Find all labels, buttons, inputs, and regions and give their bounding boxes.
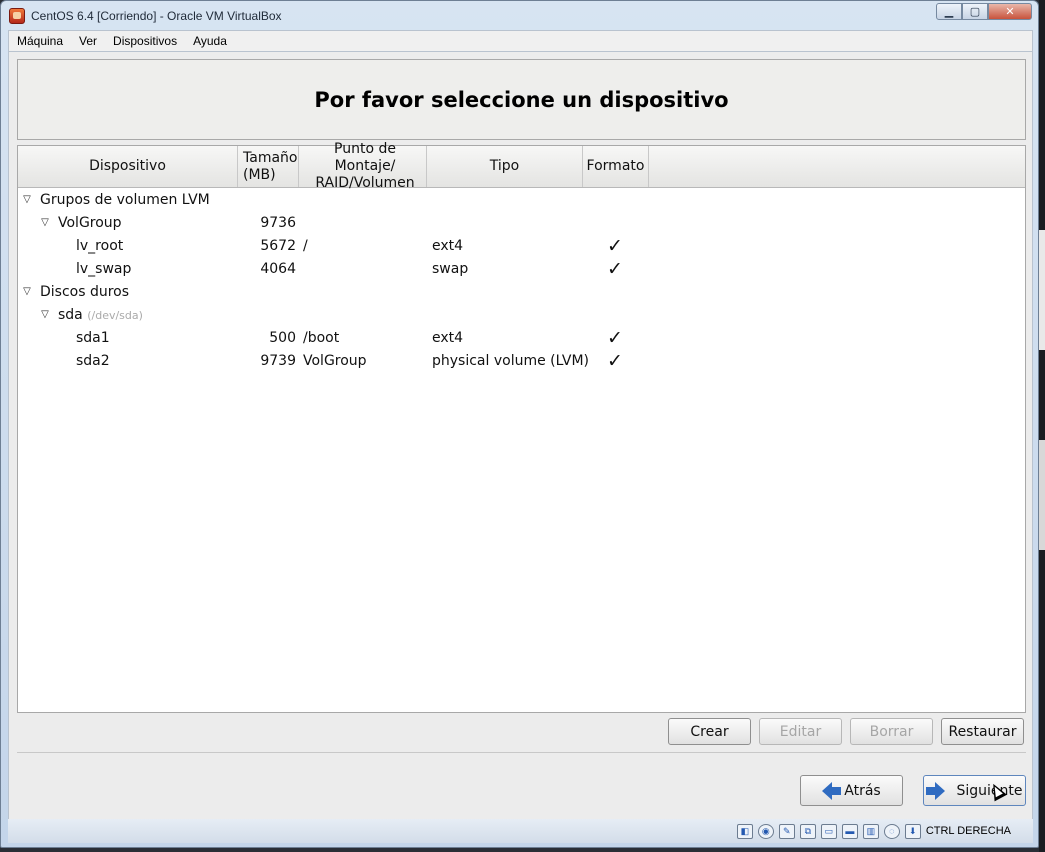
expander-icon[interactable]: ▽ xyxy=(39,309,51,321)
title-bar[interactable]: CentOS 6.4 [Corriendo] - Oracle VM Virtu… xyxy=(1,1,1038,30)
back-button[interactable]: Atrás xyxy=(800,775,903,806)
menu-bar: Máquina Ver Dispositivos Ayuda xyxy=(8,30,1033,52)
arrow-right-icon xyxy=(926,781,946,800)
device-path: (/dev/sda) xyxy=(87,309,143,322)
expander-icon[interactable]: ▽ xyxy=(21,286,33,298)
edit-button[interactable]: Editar xyxy=(759,718,842,745)
display-icon[interactable]: ▬ xyxy=(841,823,858,839)
window-title: CentOS 6.4 [Corriendo] - Oracle VM Virtu… xyxy=(31,8,282,23)
divider xyxy=(17,752,1026,753)
menu-ayuda[interactable]: Ayuda xyxy=(185,34,235,48)
shared-folders-icon[interactable]: ▭ xyxy=(820,823,837,839)
hard-disk-icon[interactable]: ◧ xyxy=(736,823,753,839)
format-check-icon: ✓ xyxy=(607,235,623,257)
delete-button[interactable]: Borrar xyxy=(850,718,933,745)
expander-icon[interactable]: ▽ xyxy=(39,217,51,229)
column-format[interactable]: Formato xyxy=(583,146,649,187)
optical-drive-icon[interactable]: ◉ xyxy=(757,823,774,839)
tree-row[interactable]: ▽ Discos duros xyxy=(18,281,1025,304)
minimize-button[interactable]: ▁ xyxy=(936,3,962,20)
background-window xyxy=(1039,440,1045,550)
next-button[interactable]: Siguiente xyxy=(923,775,1026,806)
page-title: Por favor seleccione un dispositivo xyxy=(314,87,729,112)
background-window xyxy=(1039,230,1045,350)
menu-ver[interactable]: Ver xyxy=(71,34,105,48)
tree-header: Dispositivo Tamaño (MB) Punto de Montaje/… xyxy=(18,141,1025,191)
menu-dispositivos[interactable]: Dispositivos xyxy=(105,34,185,48)
tree-row[interactable]: lv_swap 4064 swap ✓ xyxy=(18,258,1025,281)
column-type[interactable]: Tipo xyxy=(427,146,583,187)
tree-row[interactable]: sda1 500 /boot ext4 ✓ xyxy=(18,327,1025,350)
video-capture-icon[interactable]: ▥ xyxy=(862,823,879,839)
tree-row[interactable]: lv_root 5672 / ext4 ✓ xyxy=(18,235,1025,258)
maximize-button[interactable]: ▢ xyxy=(962,3,988,20)
format-check-icon: ✓ xyxy=(607,350,623,372)
installer-header: Por favor seleccione un dispositivo xyxy=(17,59,1026,140)
create-button[interactable]: Crear xyxy=(668,718,751,745)
host-key-label: CTRL DERECHA xyxy=(925,825,1011,837)
tree-row[interactable]: ▽ sda (/dev/sda) xyxy=(18,304,1025,327)
reset-button[interactable]: Restaurar xyxy=(941,718,1024,745)
expander-icon[interactable]: ▽ xyxy=(21,194,33,206)
desktop-background xyxy=(1039,0,1045,852)
column-size[interactable]: Tamaño (MB) xyxy=(238,146,299,187)
tree-row[interactable]: ▽ VolGroup 9736 xyxy=(18,212,1025,235)
guest-screen: Por favor seleccione un dispositivo Disp… xyxy=(8,52,1033,819)
column-mount[interactable]: Punto de Montaje/RAID/Volumen xyxy=(299,141,427,191)
network-icon[interactable]: ⧉ xyxy=(799,823,816,839)
format-check-icon: ✓ xyxy=(607,327,623,349)
status-bar: ◧ ◉ ✎ ⧉ ▭ ▬ ▥ ◌ ⬇ CTRL DERECHA xyxy=(8,819,1033,843)
menu-maquina[interactable]: Máquina xyxy=(9,34,71,48)
column-device[interactable]: Dispositivo xyxy=(18,146,238,187)
tree-row[interactable]: sda2 9739 VolGroup physical volume (LVM)… xyxy=(18,350,1025,373)
close-button[interactable]: ✕ xyxy=(988,3,1032,20)
mouse-integration-icon[interactable]: ◌ xyxy=(883,823,900,839)
virtualbox-app-icon xyxy=(9,7,25,24)
format-check-icon: ✓ xyxy=(607,258,623,280)
window-controls: ▁ ▢ ✕ xyxy=(936,3,1032,20)
usb-icon[interactable]: ✎ xyxy=(778,823,795,839)
arrow-left-icon xyxy=(822,781,842,800)
virtualbox-window: CentOS 6.4 [Corriendo] - Oracle VM Virtu… xyxy=(0,0,1039,848)
tree-row[interactable]: ▽ Grupos de volumen LVM xyxy=(18,189,1025,212)
device-tree[interactable]: Dispositivo Tamaño (MB) Punto de Montaje/… xyxy=(17,141,1026,713)
keyboard-capture-icon[interactable]: ⬇ xyxy=(904,823,921,839)
